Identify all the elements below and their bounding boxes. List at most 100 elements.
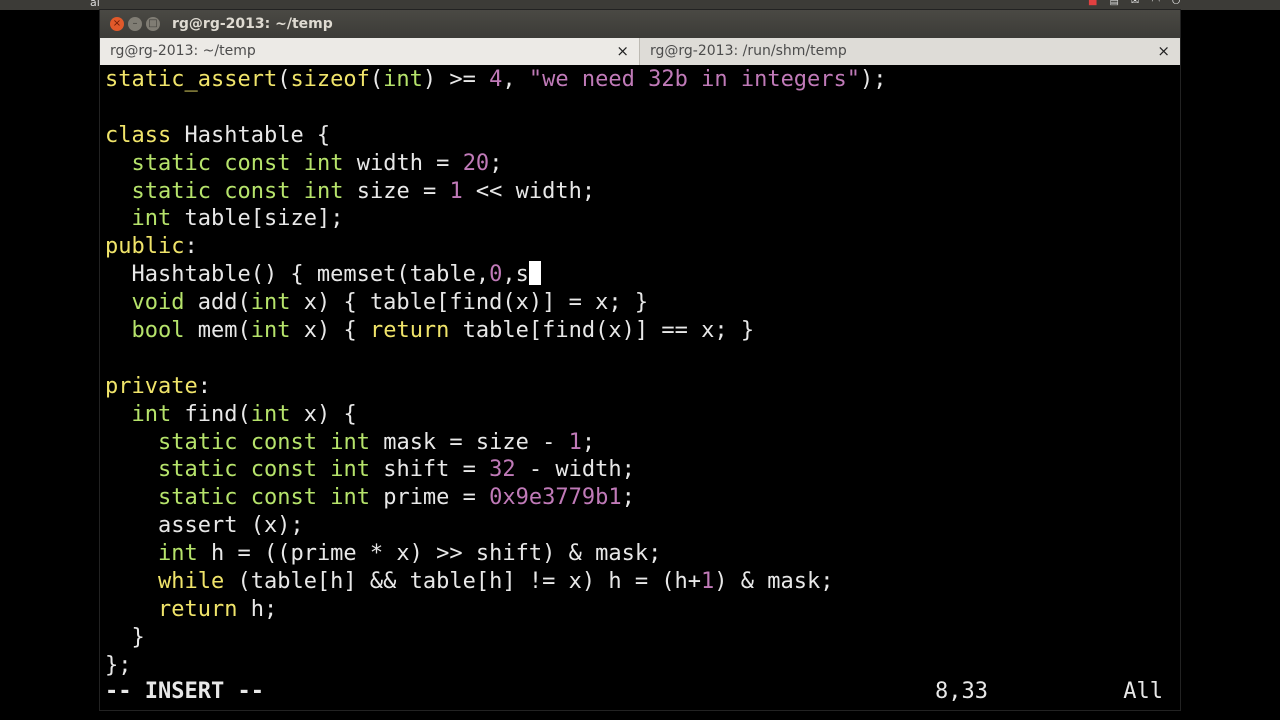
code-token: x) { [290, 318, 370, 344]
code-line[interactable]: static const int width = 20; [105, 150, 1175, 178]
code-token: int [303, 178, 344, 204]
terminal-content[interactable]: static_assert(sizeof(int) >= 4, "we need… [100, 65, 1180, 710]
code-line[interactable]: static const int size = 1 << width; [105, 178, 1175, 206]
code-token: const [224, 178, 291, 204]
window-maximize-button[interactable]: □ [146, 17, 160, 31]
code-line[interactable]: while (table[h] && table[h] != x) h = (h… [105, 568, 1175, 596]
code-token: int [250, 401, 291, 427]
code-token: 1 [568, 429, 582, 455]
code-token: bool [131, 318, 185, 344]
code-line[interactable]: return h; [105, 596, 1175, 624]
code-token: 4 [489, 67, 503, 92]
tab-shm-temp[interactable]: rg@rg-2013: /run/shm/temp × [640, 38, 1180, 65]
code-line[interactable]: private: [105, 373, 1175, 401]
code-token: int [330, 485, 370, 511]
code-line[interactable]: }; [105, 652, 1175, 680]
code-token: 20 [462, 150, 490, 176]
code-token: Hashtable() { memset(table, [105, 262, 490, 288]
code-token: add( [184, 290, 251, 316]
code-token: assert (x); [105, 513, 304, 539]
vim-editor-buffer[interactable]: static_assert(sizeof(int) >= 4, "we need… [105, 66, 1175, 680]
code-token: shift = [369, 457, 490, 483]
code-token: width = [343, 150, 463, 176]
code-token: ( [369, 67, 384, 92]
code-token: x) { [290, 401, 357, 427]
code-token: (table[h] && table[h] != x) h = (h+ [224, 569, 702, 595]
code-line[interactable]: Hashtable() { memset(table,0,s [105, 261, 1175, 289]
code-line[interactable]: static_assert(sizeof(int) >= 4, "we need… [105, 66, 1175, 94]
code-token: int [131, 206, 172, 232]
vim-status-line: -- INSERT -- 8,33 All [105, 678, 1163, 706]
code-token: static [131, 178, 211, 204]
code-line[interactable]: static const int prime = 0x9e3779b1; [105, 484, 1175, 512]
code-token: ); [860, 67, 887, 92]
code-line[interactable] [105, 345, 1175, 373]
window-titlebar[interactable]: × – □ rg@rg-2013: ~/temp [100, 10, 1180, 38]
code-line[interactable]: static const int shift = 32 - width; [105, 456, 1175, 484]
code-token: ,s [502, 262, 529, 288]
window-close-button[interactable]: × [110, 17, 124, 31]
code-token: ) >= [422, 67, 490, 92]
code-line[interactable]: } [105, 624, 1175, 652]
code-token: int [157, 541, 198, 567]
code-token: static [131, 150, 211, 176]
code-line[interactable]: int find(int x) { [105, 401, 1175, 429]
code-token: h; [237, 596, 278, 622]
code-token: static_assert [105, 67, 278, 92]
code-line[interactable]: static const int mask = size - 1; [105, 429, 1175, 457]
tab-label: rg@rg-2013: ~/temp [110, 43, 256, 59]
battery-icon[interactable]: ■ [1088, 0, 1097, 7]
code-token: << width; [462, 178, 596, 204]
code-line[interactable]: assert (x); [105, 512, 1175, 540]
code-line[interactable]: bool mem(int x) { return table[find(x)] … [105, 317, 1175, 345]
code-token: ) & mask; [714, 569, 834, 595]
code-line[interactable]: int table[size]; [105, 205, 1175, 233]
code-token: - width; [515, 457, 635, 483]
tab-bar: rg@rg-2013: ~/temp × rg@rg-2013: /run/sh… [100, 38, 1180, 66]
code-token: x) { table[find(x)] = x; } [290, 290, 649, 316]
code-token: static [157, 457, 238, 483]
code-token: return [157, 596, 238, 622]
code-token: 0 [489, 262, 503, 288]
code-token: ; [581, 429, 596, 455]
text-cursor [528, 261, 541, 286]
mail-icon[interactable]: ✉ [1131, 0, 1139, 7]
code-token: int [330, 457, 370, 483]
code-line[interactable]: int h = ((prime * x) >> shift) & mask; [105, 540, 1175, 568]
code-line[interactable] [105, 94, 1175, 122]
window-title: rg@rg-2013: ~/temp [172, 16, 333, 32]
code-token: int [250, 318, 291, 344]
tab-home-temp[interactable]: rg@rg-2013: ~/temp × [100, 38, 640, 65]
code-token: const [250, 457, 317, 483]
window-minimize-button[interactable]: – [128, 17, 142, 31]
code-token: , [502, 67, 529, 92]
wifi-icon[interactable]: ◠ [1151, 0, 1160, 7]
code-token: 0x9e3779b1 [489, 485, 622, 511]
code-token: sizeof [290, 67, 370, 92]
code-token: const [250, 485, 317, 511]
code-token: prime = [369, 485, 490, 511]
code-line[interactable]: public: [105, 233, 1175, 261]
power-icon[interactable]: ⏻ [1172, 0, 1180, 7]
keyboard-icon[interactable]: ▤ [1110, 0, 1119, 7]
tab-close-icon[interactable]: × [1157, 38, 1170, 65]
code-token: ; [621, 485, 635, 511]
code-token: mask = size - [369, 429, 569, 455]
code-line[interactable]: class Hashtable { [105, 122, 1175, 150]
code-token: public [105, 234, 185, 260]
code-token: int [330, 429, 370, 455]
tab-close-icon[interactable]: × [616, 38, 629, 65]
code-line[interactable]: void add(int x) { table[find(x)] = x; } [105, 289, 1175, 317]
